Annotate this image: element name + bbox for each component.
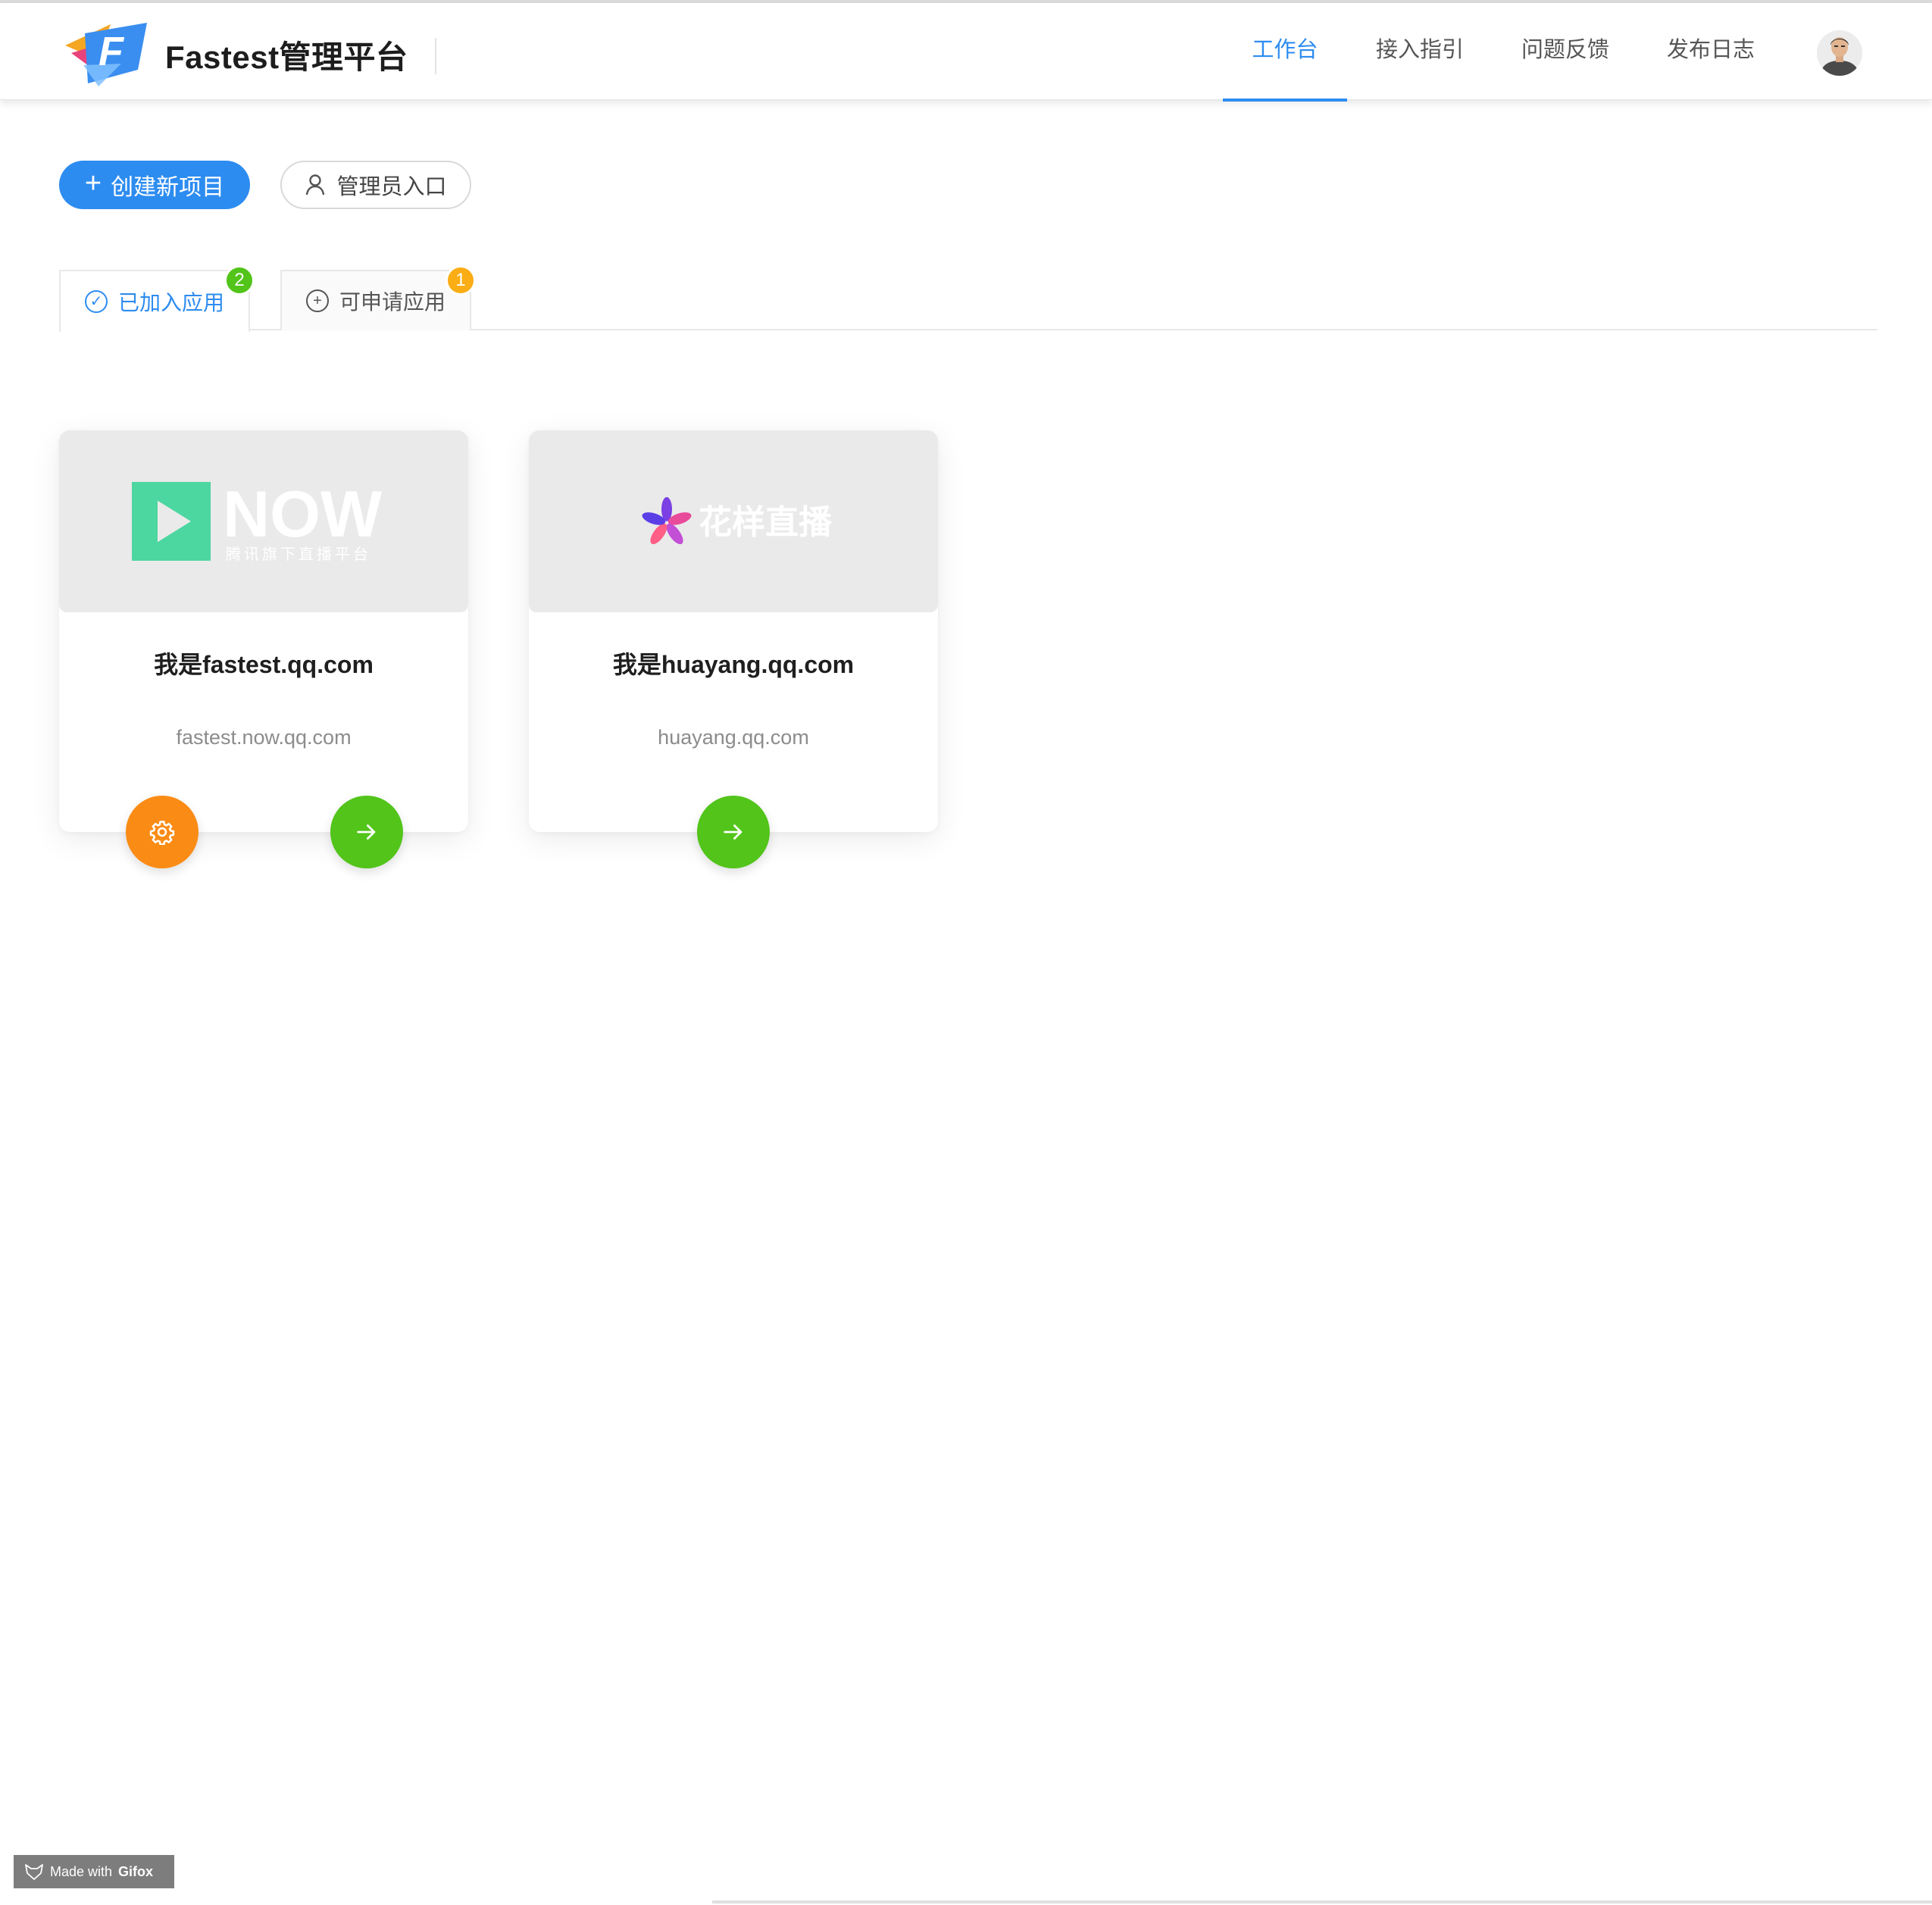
avatar-photo-icon [1817, 30, 1862, 76]
enter-app-button[interactable] [330, 796, 403, 868]
fox-icon [25, 1864, 43, 1880]
tab-joined-apps-label: 已加入应用 [117, 291, 224, 314]
card-cover: 花样直播 [529, 430, 938, 612]
now-logo: NOW 腾讯旗下直播平台 [132, 478, 383, 563]
nav-release-notes[interactable]: 发布日志 [1655, 3, 1767, 100]
card-title: 我是huayang.qq.com [612, 651, 855, 678]
create-project-label: 创建新项目 [111, 175, 225, 200]
card-title: 我是fastest.qq.com [154, 651, 374, 678]
huayang-logo: 花样直播 [642, 497, 833, 545]
fastest-logo[interactable]: F [65, 20, 150, 88]
brand-divider [435, 38, 436, 74]
now-logo-text: NOW [223, 478, 383, 551]
applicable-count-badge: 1 [445, 265, 476, 296]
arrow-right-icon [724, 824, 742, 840]
app-card-fastest[interactable]: NOW 腾讯旗下直播平台 我是fastest.qq.com fastest.no… [59, 430, 468, 868]
tab-applicable-apps[interactable]: + 可申请应用 [280, 270, 471, 330]
gifox-watermark: Made with Gifox [14, 1855, 174, 1888]
card-domain: huayang.qq.com [658, 726, 809, 749]
user-icon [306, 174, 325, 196]
nav-feedback[interactable]: 问题反馈 [1509, 3, 1621, 100]
joined-count-badge: 2 [224, 265, 255, 296]
now-logo-subtext: 腾讯旗下直播平台 [226, 545, 371, 563]
arrow-right-icon [357, 824, 376, 840]
card-cover: NOW 腾讯旗下直播平台 [59, 430, 468, 612]
brand-title: Fastest管理平台 [165, 39, 408, 75]
tab-applicable-apps-label: 可申请应用 [339, 290, 445, 314]
tab-joined-apps[interactable]: ✓ 已加入应用 [59, 270, 250, 332]
nav-integration-guide[interactable]: 接入指引 [1364, 3, 1476, 100]
gear-icon [149, 821, 175, 845]
check-circle-icon: ✓ [84, 290, 108, 313]
watermark-prefix: Made with [50, 1863, 113, 1879]
huayang-logo-text: 花样直播 [699, 503, 833, 542]
card-domain: fastest.now.qq.com [176, 726, 352, 749]
top-header: F Fastest管理平台 工作台 接入指引 问题反馈 发布日志 [0, 3, 1932, 102]
settings-button[interactable] [126, 796, 199, 868]
window-bottom-border [712, 1900, 1932, 1903]
plus-circle-icon: + [305, 289, 329, 312]
create-project-button[interactable]: + 创建新项目 [59, 161, 250, 209]
user-avatar[interactable] [1817, 30, 1862, 76]
svg-text:F: F [98, 29, 125, 74]
watermark-brand: Gifox [118, 1863, 154, 1879]
plus-icon: + [84, 167, 102, 199]
app-card-huayang[interactable]: 花样直播 我是huayang.qq.com huayang.qq.com [529, 430, 938, 868]
admin-entry-button[interactable]: 管理员入口 [280, 161, 471, 209]
nav-workbench[interactable]: 工作台 [1223, 3, 1347, 102]
admin-entry-label: 管理员入口 [336, 175, 447, 199]
enter-app-button[interactable] [697, 796, 770, 868]
